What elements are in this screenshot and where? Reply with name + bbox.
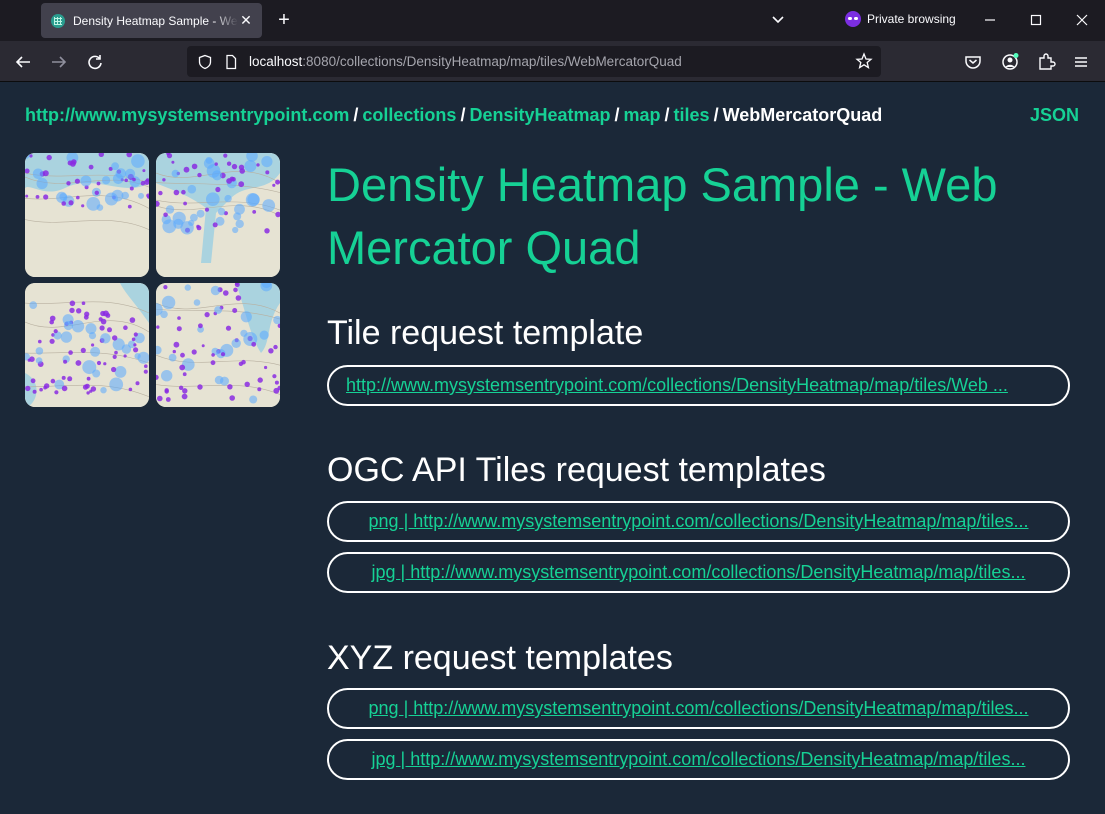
bookmark-star-icon[interactable]	[855, 52, 873, 70]
tab-title: Density Heatmap Sample - Web Mercator Qu…	[73, 13, 238, 28]
breadcrumb-current: WebMercatorQuad	[722, 105, 883, 125]
url-text[interactable]: localhost:8080/collections/DensityHeatma…	[249, 54, 682, 69]
tile-request-heading: Tile request template	[327, 314, 644, 352]
app-menu-icon[interactable]	[1070, 51, 1092, 73]
tile-preview-grid	[25, 153, 281, 407]
private-browsing-label: Private browsing	[867, 12, 956, 26]
tab-favicon-icon	[51, 13, 65, 28]
browser-nav-bar: localhost:8080/collections/DensityHeatma…	[0, 41, 1105, 82]
minimize-icon[interactable]	[978, 7, 1002, 33]
ogc-templates-heading: OGC API Tiles request templates	[327, 451, 826, 489]
reload-icon[interactable]	[84, 51, 106, 73]
map-tile-preview[interactable]	[25, 153, 149, 277]
breadcrumb-link-map[interactable]: map	[624, 105, 661, 125]
browser-tab[interactable]: Density Heatmap Sample - Web Mercator Qu…	[41, 3, 262, 38]
heatmap-tile-image	[156, 283, 280, 407]
json-link[interactable]: JSON	[1030, 105, 1079, 126]
breadcrumb-separator: /	[353, 105, 359, 125]
account-icon[interactable]	[999, 51, 1021, 73]
tile-request-template-link[interactable]: http://www.mysystemsentrypoint.com/colle…	[327, 365, 1070, 406]
breadcrumb-link-tiles[interactable]: tiles	[674, 105, 710, 125]
browser-tab-bar: Density Heatmap Sample - Web Mercator Qu…	[0, 0, 1105, 41]
breadcrumb-separator: /	[664, 105, 670, 125]
page-title: Density Heatmap Sample - Web Mercator Qu…	[327, 158, 998, 274]
tracking-shield-icon[interactable]	[197, 54, 213, 70]
breadcrumb-separator: /	[460, 105, 466, 125]
xyz-jpg-template-link[interactable]: jpg | http://www.mysystemsentrypoint.com…	[327, 739, 1070, 780]
extensions-icon[interactable]	[1035, 51, 1057, 73]
breadcrumb-link-densityheatmap[interactable]: DensityHeatmap	[469, 105, 610, 125]
heatmap-tile-image	[25, 283, 149, 407]
pocket-icon[interactable]	[962, 51, 984, 73]
private-mask-icon	[845, 11, 861, 27]
breadcrumb: http://www.mysystemsentrypoint.com / colle…	[25, 105, 882, 126]
breadcrumb-separator: /	[614, 105, 620, 125]
map-tile-preview[interactable]	[156, 283, 280, 407]
new-tab-button[interactable]: +	[274, 9, 294, 31]
heatmap-tile-image	[25, 153, 149, 277]
private-browsing-indicator: Private browsing	[845, 11, 956, 27]
forward-arrow-icon[interactable]	[48, 51, 70, 73]
breadcrumb-separator: /	[713, 105, 719, 125]
map-tile-preview[interactable]	[156, 153, 280, 277]
breadcrumb-link-root[interactable]: http://www.mysystemsentrypoint.com	[25, 105, 349, 125]
page-content: http://www.mysystemsentrypoint.com / colle…	[0, 83, 1105, 814]
breadcrumb-link-collections[interactable]: collections	[362, 105, 456, 125]
main-content: Density Heatmap Sample - Web Mercator Qu…	[327, 153, 1071, 780]
close-window-icon[interactable]	[1070, 7, 1094, 33]
xyz-png-template-link[interactable]: png | http://www.mysystemsentrypoint.com…	[327, 688, 1070, 729]
map-tile-preview[interactable]	[25, 283, 149, 407]
ogc-png-template-link[interactable]: png | http://www.mysystemsentrypoint.com…	[327, 501, 1070, 542]
xyz-templates-heading: XYZ request templates	[327, 639, 673, 677]
maximize-icon[interactable]	[1024, 7, 1048, 33]
heatmap-tile-image	[156, 153, 280, 277]
list-all-tabs-icon[interactable]	[768, 11, 788, 29]
address-bar[interactable]: localhost:8080/collections/DensityHeatma…	[187, 46, 881, 77]
url-host: localhost	[249, 54, 303, 69]
tab-close-icon[interactable]: ✕	[238, 12, 254, 29]
page-info-icon[interactable]	[223, 54, 239, 70]
back-arrow-icon[interactable]	[12, 51, 34, 73]
url-path: :8080/collections/DensityHeatmap/map/til…	[302, 54, 682, 69]
ogc-jpg-template-link[interactable]: jpg | http://www.mysystemsentrypoint.com…	[327, 552, 1070, 593]
